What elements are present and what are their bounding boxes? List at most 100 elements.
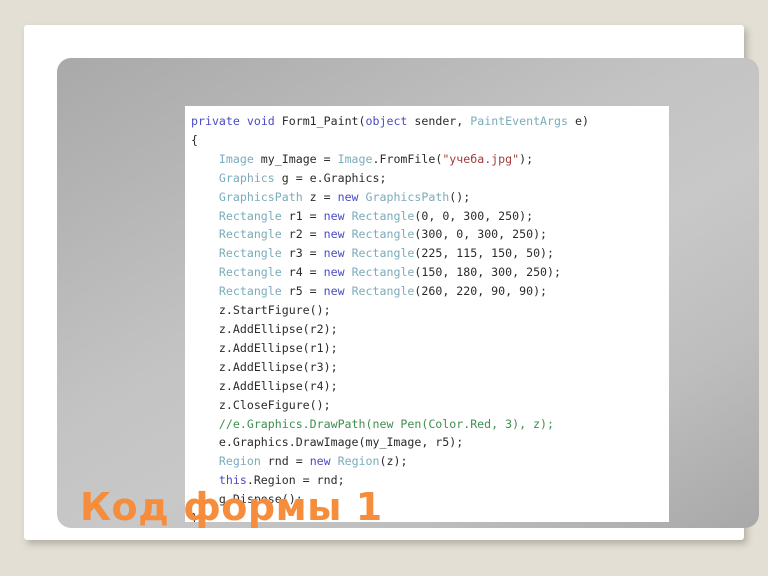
code-token-typ: Image bbox=[337, 151, 373, 166]
code-token-pln bbox=[359, 190, 366, 204]
code-token-pln bbox=[345, 265, 352, 279]
page-title: Код формы 1 bbox=[80, 485, 383, 529]
code-token-pln bbox=[240, 114, 247, 128]
code-token-pln: r4 = bbox=[281, 265, 324, 280]
code-token-pln: g = e.Graphics; bbox=[274, 170, 387, 185]
code-token-typ: Rectangle bbox=[218, 284, 282, 299]
code-token-pln: z.AddEllipse(r1); bbox=[191, 340, 338, 355]
code-line: Rectangle r2 = new Rectangle(300, 0, 300… bbox=[191, 225, 669, 244]
code-token-pln bbox=[191, 265, 219, 279]
code-token-typ: Region bbox=[218, 454, 261, 469]
code-token-pln bbox=[191, 284, 219, 298]
code-token-typ: PaintEventArgs bbox=[470, 114, 568, 128]
slide-card: private void Form1_Paint(object sender, … bbox=[24, 25, 759, 540]
code-token-typ: Rectangle bbox=[218, 208, 282, 223]
code-token-typ: GraphicsPath bbox=[218, 189, 303, 204]
code-token-str: "учеба.jpg" bbox=[442, 151, 520, 166]
code-line: Rectangle r4 = new Rectangle(150, 180, 3… bbox=[191, 263, 669, 282]
code-token-kw: new bbox=[337, 189, 359, 204]
code-token-pln bbox=[191, 246, 219, 260]
code-line: Rectangle r1 = new Rectangle(0, 0, 300, … bbox=[191, 207, 669, 226]
code-token-kw: private bbox=[191, 114, 240, 128]
code-token-pln: z.AddEllipse(r2); bbox=[191, 321, 338, 336]
code-token-pln: r5 = bbox=[281, 284, 324, 299]
code-line: Rectangle r5 = new Rectangle(260, 220, 9… bbox=[191, 282, 669, 301]
code-token-pln: my_Image = bbox=[253, 151, 338, 166]
code-token-typ: Rectangle bbox=[351, 227, 415, 242]
code-line: Image my_Image = Image.FromFile("учеба.j… bbox=[191, 150, 669, 169]
code-line: { bbox=[191, 131, 669, 150]
code-token-pln bbox=[191, 417, 219, 431]
code-token-kw: new bbox=[323, 284, 345, 299]
code-token-pln bbox=[191, 171, 219, 185]
code-token-pln: (0, 0, 300, 250); bbox=[414, 208, 534, 223]
code-token-pln bbox=[345, 209, 352, 223]
code-token-typ: Rectangle bbox=[218, 227, 282, 242]
code-token-typ: GraphicsPath bbox=[365, 189, 450, 204]
code-token-pln: z = bbox=[302, 189, 338, 204]
code-token-pln: rnd = bbox=[260, 454, 310, 469]
code-token-pln: ); bbox=[519, 151, 534, 166]
code-token-pln: r3 = bbox=[281, 246, 324, 261]
code-line: Region rnd = new Region(z); bbox=[191, 452, 669, 471]
code-token-pln bbox=[191, 227, 219, 241]
code-line: z.CloseFigure(); bbox=[191, 396, 669, 415]
code-line: z.StartFigure(); bbox=[191, 301, 669, 320]
code-lines-container: private void Form1_Paint(object sender, … bbox=[185, 106, 669, 522]
code-token-pln: r1 = bbox=[281, 208, 324, 223]
code-line: e.Graphics.DrawImage(my_Image, r5); bbox=[191, 433, 669, 452]
code-token-kw: object bbox=[365, 114, 408, 128]
code-token-pln: sender, bbox=[407, 114, 471, 128]
code-token-kw: new bbox=[309, 454, 331, 469]
code-line: z.AddEllipse(r3); bbox=[191, 358, 669, 377]
code-token-pln: Form1_Paint( bbox=[274, 114, 366, 128]
code-token-cmt: //e.Graphics.DrawPath(new Pen(Color.Red,… bbox=[218, 416, 554, 431]
code-token-pln: z.StartFigure(); bbox=[191, 303, 331, 318]
code-token-pln bbox=[345, 284, 352, 298]
code-token-pln: (z); bbox=[379, 454, 408, 469]
code-token-pln bbox=[345, 246, 352, 260]
code-token-kw: new bbox=[323, 208, 345, 223]
code-token-pln bbox=[191, 209, 219, 223]
code-token-typ: Graphics bbox=[218, 170, 275, 185]
code-token-pln: (300, 0, 300, 250); bbox=[414, 227, 548, 242]
code-line: Rectangle r3 = new Rectangle(225, 115, 1… bbox=[191, 244, 669, 263]
code-line: Graphics g = e.Graphics; bbox=[191, 169, 669, 188]
code-token-typ: Rectangle bbox=[351, 208, 415, 223]
code-token-typ: Rectangle bbox=[351, 284, 415, 299]
presentation-slide: private void Form1_Paint(object sender, … bbox=[0, 0, 768, 576]
code-token-kw: new bbox=[323, 265, 345, 280]
code-token-pln bbox=[345, 227, 352, 241]
code-token-typ: Rectangle bbox=[218, 246, 282, 261]
code-token-pln bbox=[331, 454, 338, 468]
code-token-kw: new bbox=[323, 227, 345, 242]
code-token-typ: Rectangle bbox=[218, 265, 282, 280]
code-token-pln: r2 = bbox=[281, 227, 324, 242]
code-token-kw: void bbox=[246, 114, 275, 128]
code-token-pln bbox=[191, 454, 219, 468]
code-token-typ: Region bbox=[337, 454, 380, 469]
code-token-kw: new bbox=[323, 246, 345, 261]
code-token-pln: z.AddEllipse(r3); bbox=[191, 359, 338, 374]
code-token-typ: Image bbox=[218, 151, 254, 166]
code-line: z.AddEllipse(r2); bbox=[191, 320, 669, 339]
code-line: z.AddEllipse(r1); bbox=[191, 339, 669, 358]
code-token-pln: e) bbox=[567, 114, 589, 128]
code-snippet-block: private void Form1_Paint(object sender, … bbox=[185, 106, 669, 522]
code-token-pln: (260, 220, 90, 90); bbox=[414, 284, 548, 299]
code-token-pln: (150, 180, 300, 250); bbox=[414, 265, 561, 280]
code-line: GraphicsPath z = new GraphicsPath(); bbox=[191, 188, 669, 207]
code-token-pln bbox=[191, 152, 219, 166]
code-token-typ: Rectangle bbox=[351, 265, 415, 280]
code-line: z.AddEllipse(r4); bbox=[191, 377, 669, 396]
code-token-pln bbox=[191, 190, 219, 204]
code-token-pln: e.Graphics.DrawImage(my_Image, r5); bbox=[191, 435, 464, 450]
code-line: //e.Graphics.DrawPath(new Pen(Color.Red,… bbox=[191, 415, 669, 434]
code-token-pln: (); bbox=[449, 189, 471, 204]
code-token-pln: (225, 115, 150, 50); bbox=[414, 246, 555, 261]
code-line: private void Form1_Paint(object sender, … bbox=[191, 112, 669, 131]
content-panel: private void Form1_Paint(object sender, … bbox=[57, 58, 759, 528]
code-token-pln: { bbox=[191, 132, 198, 147]
code-token-pln: z.AddEllipse(r4); bbox=[191, 378, 338, 393]
code-token-pln: z.CloseFigure(); bbox=[191, 397, 331, 412]
